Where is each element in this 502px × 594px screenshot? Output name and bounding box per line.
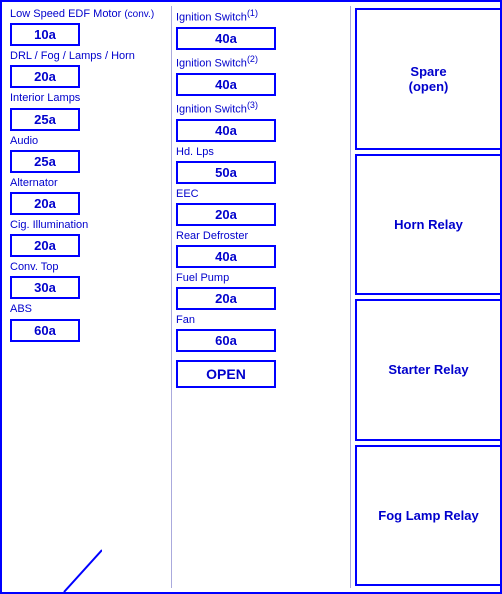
- fuse-ignition-3-value: 40a: [176, 119, 276, 142]
- relay-fog-lamp: Fog Lamp Relay: [355, 445, 502, 587]
- fuse-abs: ABS 60a: [10, 303, 167, 341]
- fuse-ignition-1-value: 40a: [176, 27, 276, 50]
- fuse-interior-lamps-value: 25a: [10, 108, 80, 131]
- relay-fog-lamp-label: Fog Lamp Relay: [378, 508, 478, 523]
- fuse-drl-fog-value: 20a: [10, 65, 80, 88]
- fuse-cig-illumination-label: Cig. Illumination: [10, 219, 88, 232]
- fuse-ignition-1-label: Ignition Switch: [176, 12, 247, 24]
- fuse-ignition-3-label: Ignition Switch: [176, 103, 247, 115]
- relay-spare-label: Spare(open): [409, 64, 449, 94]
- relay-starter-label: Starter Relay: [388, 362, 468, 377]
- fuse-audio-label: Audio: [10, 135, 38, 148]
- fuse-low-speed-edf: Low Speed EDF Motor (conv.) 10a: [10, 8, 167, 46]
- fuse-alternator: Alternator 20a: [10, 177, 167, 215]
- fuse-eec-value: 20a: [176, 203, 276, 226]
- fuse-fuel-pump-value: 20a: [176, 287, 276, 310]
- relay-horn: Horn Relay: [355, 154, 502, 296]
- fuse-ignition-2-label: Ignition Switch: [176, 58, 247, 70]
- fuse-rear-defroster-label: Rear Defroster: [176, 230, 248, 243]
- relay-starter: Starter Relay: [355, 299, 502, 441]
- fuse-fan: Fan 60a: [176, 314, 346, 352]
- fuse-abs-label: ABS: [10, 303, 32, 316]
- fuse-hd-lps-value: 50a: [176, 161, 276, 184]
- fuse-interior-lamps: Interior Lamps 25a: [10, 92, 167, 130]
- fuse-conv-top-value: 30a: [10, 276, 80, 299]
- fuse-diagram: Low Speed EDF Motor (conv.) 10a DRL / Fo…: [0, 0, 502, 594]
- fuse-ignition-2-sup: (2): [247, 54, 258, 64]
- relay-spare: Spare(open): [355, 8, 502, 150]
- fuse-drl-fog: DRL / Fog / Lamps / Horn 20a: [10, 50, 167, 88]
- fuse-ignition-1: Ignition Switch(1) 40a: [176, 8, 346, 50]
- fuse-drl-fog-label: DRL / Fog / Lamps / Horn: [10, 50, 135, 63]
- fuse-cig-illumination: Cig. Illumination 20a: [10, 219, 167, 257]
- fuse-conv-top: Conv. Top 30a: [10, 261, 167, 299]
- left-column: Low Speed EDF Motor (conv.) 10a DRL / Fo…: [6, 6, 171, 588]
- fuse-ignition-1-sup: (1): [247, 8, 258, 18]
- right-column: Spare(open) Horn Relay Starter Relay Fog…: [351, 6, 502, 588]
- fuse-ignition-2: Ignition Switch(2) 40a: [176, 54, 346, 96]
- fuse-ignition-3-sup: (3): [247, 100, 258, 110]
- fuse-audio-value: 25a: [10, 150, 80, 173]
- fuse-audio: Audio 25a: [10, 135, 167, 173]
- fuse-fuel-pump: Fuel Pump 20a: [176, 272, 346, 310]
- relay-horn-label: Horn Relay: [394, 217, 463, 232]
- fuse-alternator-value: 20a: [10, 192, 80, 215]
- fuse-low-speed-edf-label: Low Speed EDF Motor: [10, 8, 121, 20]
- fuse-fuel-pump-label: Fuel Pump: [176, 272, 229, 285]
- fuse-low-speed-edf-note: (conv.): [124, 9, 154, 20]
- fuse-rear-defroster-value: 40a: [176, 245, 276, 268]
- fuse-ignition-3: Ignition Switch(3) 40a: [176, 100, 346, 142]
- fuse-eec: EEC 20a: [176, 188, 346, 226]
- fuse-open: OPEN: [176, 356, 346, 388]
- middle-column: Ignition Switch(1) 40a Ignition Switch(2…: [171, 6, 351, 588]
- fuse-ignition-2-value: 40a: [176, 73, 276, 96]
- fuse-interior-lamps-label: Interior Lamps: [10, 92, 80, 105]
- fuse-conv-top-label: Conv. Top: [10, 261, 59, 274]
- fuse-alternator-label: Alternator: [10, 177, 58, 190]
- fuse-fan-value: 60a: [176, 329, 276, 352]
- fuse-open-value: OPEN: [176, 360, 276, 388]
- fuse-low-speed-edf-value: 10a: [10, 23, 80, 46]
- fuse-eec-label: EEC: [176, 188, 199, 201]
- fuse-hd-lps: Hd. Lps 50a: [176, 146, 346, 184]
- fuse-hd-lps-label: Hd. Lps: [176, 146, 214, 159]
- fuse-rear-defroster: Rear Defroster 40a: [176, 230, 346, 268]
- fuse-fan-label: Fan: [176, 314, 195, 327]
- fuse-abs-value: 60a: [10, 319, 80, 342]
- fuse-cig-illumination-value: 20a: [10, 234, 80, 257]
